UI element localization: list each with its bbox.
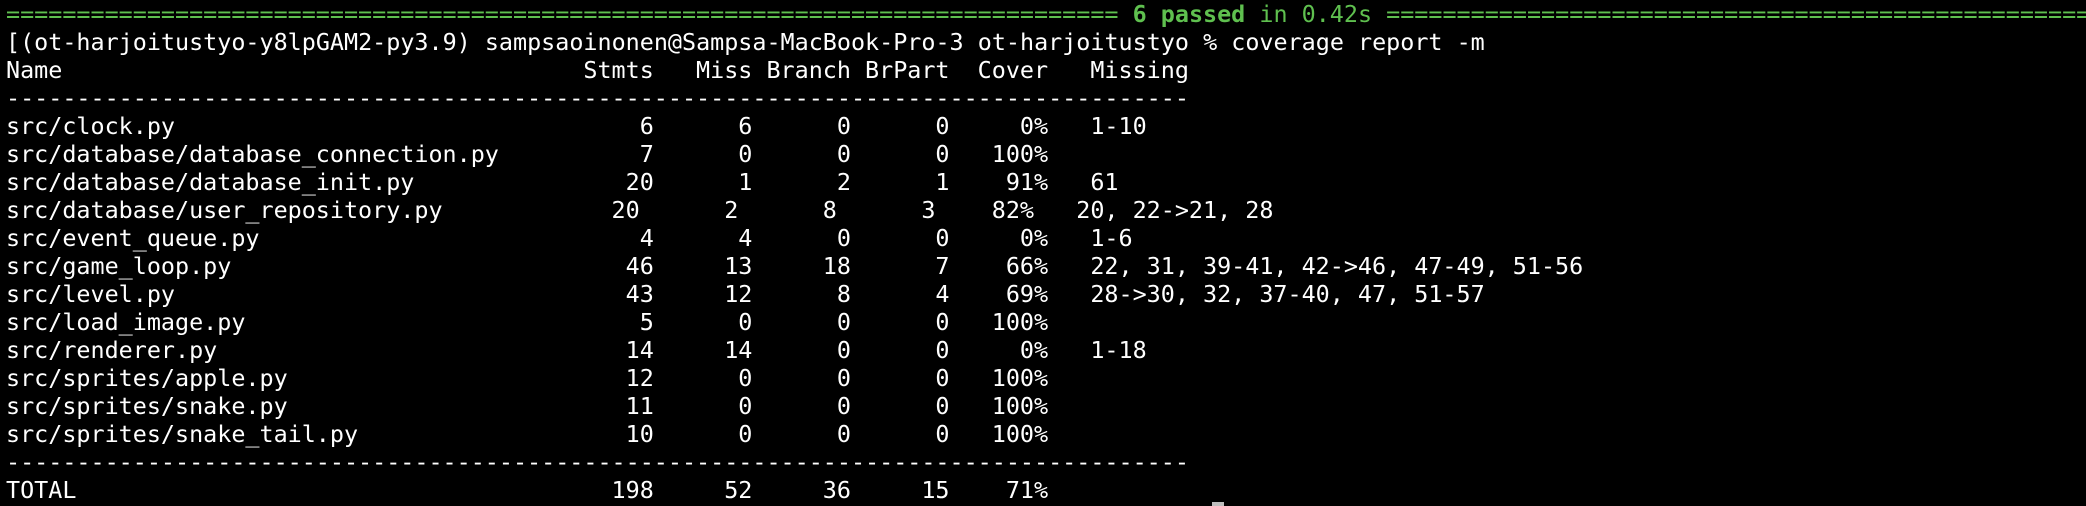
prompt-bracket: [ xyxy=(6,28,21,56)
report-header: Name Stmts Miss Branch BrPart Cover Miss… xyxy=(6,56,1189,84)
report-separator-top: ----------------------------------------… xyxy=(6,84,1189,112)
summary-rule-right: ========================================… xyxy=(1386,0,2086,28)
virtualenv-name: (ot-harjoitustyo-y8lpGAM2-py3.9) xyxy=(20,28,471,56)
report-row: src/clock.py 6 6 0 0 0% 1-10 xyxy=(6,112,1147,140)
report-row: src/database/user_repository.py 20 2 8 3… xyxy=(6,196,1274,224)
report-row: src/database/database_init.py 20 1 2 1 9… xyxy=(6,168,1119,196)
report-row: src/database/database_connection.py 7 0 … xyxy=(6,140,1049,168)
report-row: src/sprites/snake_tail.py 10 0 0 0 100% xyxy=(6,420,1049,448)
report-row: src/load_image.py 5 0 0 0 100% xyxy=(6,308,1049,336)
report-total-row: TOTAL 198 52 36 15 71% xyxy=(6,476,1049,504)
terminal-window[interactable]: ========================================… xyxy=(6,0,2086,504)
shell-command: coverage report -m xyxy=(1231,28,1485,56)
report-row: src/game_loop.py 46 13 18 7 66% 22, 31, … xyxy=(6,252,1584,280)
user-host: sampsaoinonen@Sampsa-MacBook-Pro-3 xyxy=(484,28,964,56)
pytest-summary-line: ========================================… xyxy=(6,0,2086,28)
prompt-symbol: % xyxy=(1203,28,1218,56)
summary-rule-left: ========================================… xyxy=(6,0,1119,28)
report-row: src/renderer.py 14 14 0 0 0% 1-18 xyxy=(6,336,1147,364)
report-row: src/event_queue.py 4 4 0 0 0% 1-6 xyxy=(6,224,1133,252)
report-row: src/sprites/apple.py 12 0 0 0 100% xyxy=(6,364,1049,392)
current-directory: ot-harjoitustyo xyxy=(977,28,1189,56)
test-duration: in 0.42s xyxy=(1259,0,1373,28)
report-separator-bottom: ----------------------------------------… xyxy=(6,448,1189,476)
report-row: src/level.py 43 12 8 4 69% 28->30, 32, 3… xyxy=(6,280,1485,308)
terminal-cursor xyxy=(1212,502,1224,506)
report-row: src/sprites/snake.py 11 0 0 0 100% xyxy=(6,392,1049,420)
passed-count: 6 passed xyxy=(1132,0,1246,28)
shell-prompt-line: [(ot-harjoitustyo-y8lpGAM2-py3.9) sampsa… xyxy=(6,28,2086,56)
